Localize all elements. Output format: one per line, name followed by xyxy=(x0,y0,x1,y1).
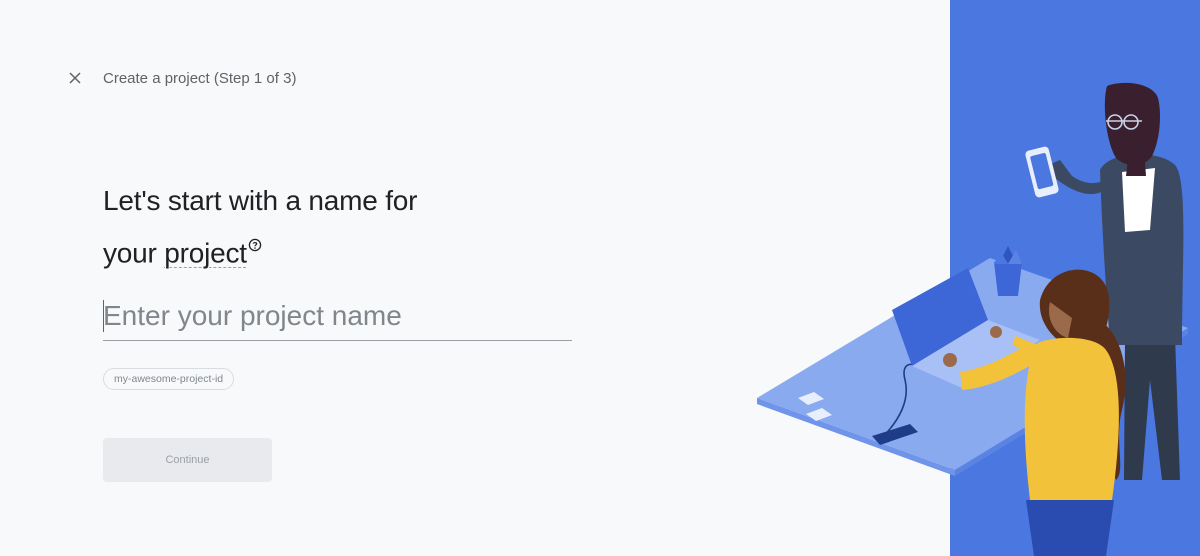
heading-line-2-prefix: your xyxy=(103,237,165,269)
project-term-link[interactable]: project xyxy=(164,237,247,268)
close-button[interactable] xyxy=(66,69,84,87)
wizard-step-title: Create a project (Step 1 of 3) xyxy=(103,69,297,87)
project-id-chip[interactable]: my-awesome-project-id xyxy=(103,368,235,390)
create-project-page: Create a project (Step 1 of 3) Let's sta… xyxy=(0,0,1200,556)
header: Create a project (Step 1 of 3) xyxy=(66,66,296,90)
text-caret xyxy=(103,300,104,332)
close-icon xyxy=(69,72,81,84)
continue-button[interactable]: Continue xyxy=(103,438,272,482)
help-circle-icon[interactable] xyxy=(248,222,262,264)
page-heading: Let's start with a name for your project xyxy=(103,180,418,274)
heading-line-1: Let's start with a name for xyxy=(103,185,418,216)
project-name-input[interactable] xyxy=(103,296,572,336)
project-name-field xyxy=(103,296,572,341)
people-at-desk-illustration xyxy=(757,82,1188,556)
heading-line-2: your project xyxy=(103,222,417,274)
